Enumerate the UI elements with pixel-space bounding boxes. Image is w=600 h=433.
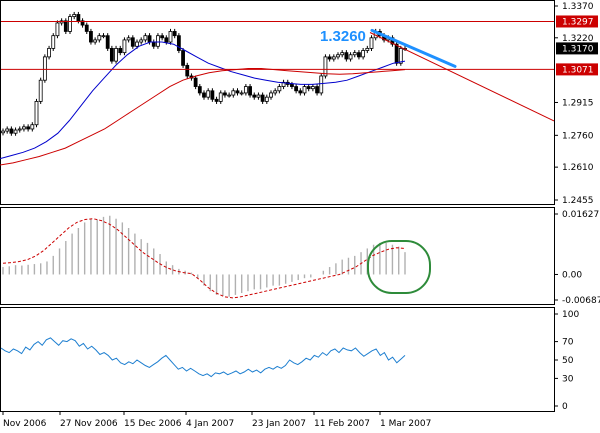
- macd-tick-label: -0.00687: [562, 296, 600, 306]
- candle: [369, 35, 374, 51]
- candle: [398, 45, 403, 66]
- price-tick-label: 1.2455: [562, 196, 594, 206]
- x-tick-label: 1 Mar 2007: [380, 419, 431, 429]
- chart-root: 1.3260 1.3370 1.3220 1.2915 1.2760 1.2610 1.2…: [0, 0, 600, 433]
- svg-text:1.3170: 1.3170: [562, 44, 594, 54]
- candle: [89, 28, 93, 45]
- candle: [105, 33, 110, 51]
- candle: [185, 62, 190, 79]
- candle: [42, 54, 47, 83]
- rsi-tick-label: 50: [562, 356, 574, 366]
- candle: [181, 47, 185, 68]
- x-tick-label: 23 Jan 2007: [252, 419, 306, 429]
- candle: [38, 77, 43, 104]
- candle: [323, 54, 328, 79]
- rsi-tick-label: 100: [562, 310, 579, 320]
- candle: [319, 73, 324, 96]
- candle: [122, 37, 127, 56]
- price-tick-label: 1.2915: [562, 98, 594, 108]
- x-tick-label: Nov 2006: [3, 419, 47, 429]
- candle: [68, 14, 72, 34]
- price-tick-label: 1.2610: [562, 163, 594, 173]
- candle: [34, 98, 39, 128]
- price-tick-label: 1.3370: [562, 2, 594, 12]
- candle: [55, 20, 60, 39]
- candle: [168, 28, 173, 45]
- resistance-price-tag: 1.3297: [556, 15, 598, 28]
- x-tick-label: 27 Nov 2006: [60, 419, 118, 429]
- svg-text:1.3297: 1.3297: [562, 17, 594, 27]
- svg-text:1.3071: 1.3071: [562, 65, 594, 75]
- rsi-tick-label: 70: [562, 338, 574, 348]
- candle: [114, 45, 118, 64]
- price-tick-label: 1.2760: [562, 131, 594, 141]
- current-price-tag: 1.3170: [556, 42, 598, 55]
- macd-tick-label: 0.01627: [562, 210, 599, 220]
- x-tick-label: 4 Jan 2007: [186, 419, 234, 429]
- candle: [63, 18, 68, 34]
- support-price-tag: 1.3071: [556, 63, 598, 75]
- candle: [176, 33, 181, 54]
- rsi-tick-label: 30: [562, 374, 574, 384]
- price-callout: 1.3260: [320, 28, 366, 45]
- macd-tick-label: 0.00: [562, 270, 582, 280]
- candle: [109, 45, 114, 64]
- candle: [156, 33, 160, 49]
- rsi-tick-label: 0: [562, 402, 568, 412]
- chart-background: [0, 0, 600, 433]
- x-tick-label: 15 Dec 2006: [124, 419, 182, 429]
- price-tick-label: 1.3220: [562, 34, 594, 44]
- x-tick-label: 11 Feb 2007: [314, 419, 370, 429]
- candle: [51, 33, 56, 51]
